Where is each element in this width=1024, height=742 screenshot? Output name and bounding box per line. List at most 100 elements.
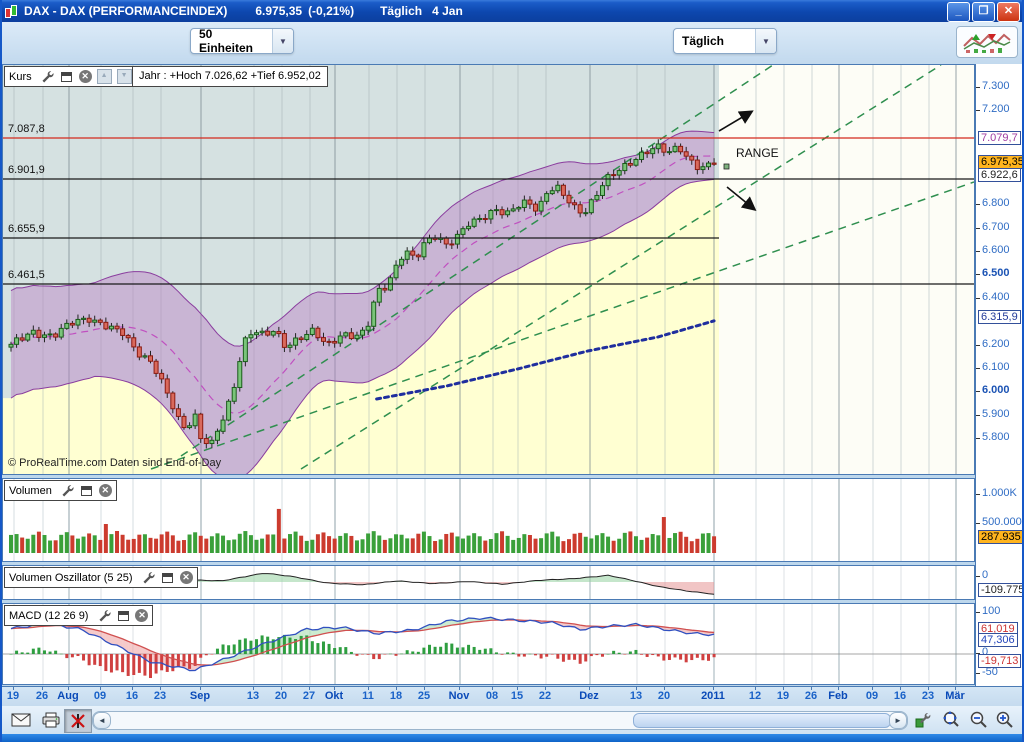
scroll-left-icon[interactable]: ◄	[93, 712, 111, 729]
time-axis-label[interactable]: Dez	[579, 690, 599, 702]
time-axis-label[interactable]: 20	[658, 690, 670, 702]
axis-label: 1.000K	[982, 487, 1017, 499]
time-axis-label[interactable]: 19	[777, 690, 789, 702]
wrench-icon[interactable]	[142, 571, 156, 585]
scroll-right-icon[interactable]: ►	[889, 712, 907, 729]
detach-window-icon[interactable]	[60, 70, 74, 84]
axis-label: 500.000	[982, 516, 1022, 528]
volume-oscillator-header[interactable]: Volumen Oszillator (5 25) ✕	[4, 567, 198, 588]
zoom-out-icon[interactable]	[966, 709, 992, 731]
price-panel[interactable]: RANGE	[2, 64, 975, 475]
time-axis-label[interactable]: 27	[303, 690, 315, 702]
time-axis-label[interactable]: 11	[362, 690, 374, 702]
horizontal-scrollbar[interactable]: ◄ ►	[92, 711, 908, 730]
time-axis-label[interactable]: Okt	[325, 690, 343, 702]
chevron-down-icon[interactable]: ▼	[755, 29, 776, 53]
axis-value-badge: 6.315,9	[978, 310, 1021, 324]
axis-label: 0	[982, 569, 988, 581]
time-axis-label[interactable]: Sep	[190, 690, 210, 702]
axis-value-badge: 47,306	[978, 633, 1018, 647]
time-axis-label[interactable]: 22	[539, 690, 551, 702]
time-axis-label[interactable]: 09	[866, 690, 878, 702]
axis-label: 6.500	[982, 267, 1010, 279]
close-icon[interactable]: ✕	[79, 70, 92, 83]
volume-panel-header[interactable]: Volumen ✕	[4, 480, 117, 501]
time-axis-label[interactable]: 2011	[701, 690, 725, 702]
pointer-mode-off-icon[interactable]	[64, 709, 92, 733]
chart-display-settings-button[interactable]	[956, 26, 1018, 58]
volume-panel[interactable]	[2, 478, 975, 562]
axis-value-badge: 6.922,6	[978, 168, 1021, 182]
time-axis-label[interactable]: Mär	[945, 690, 965, 702]
axis-label: 6.100	[982, 361, 1010, 373]
axis-value-badge: -19,713	[978, 654, 1021, 668]
price-chart-canvas[interactable]: RANGE	[3, 65, 974, 474]
time-axis-label[interactable]: 23	[154, 690, 166, 702]
time-axis-label[interactable]: 12	[749, 690, 761, 702]
units-dropdown-value: 50 Einheiten	[191, 27, 272, 55]
minimize-button[interactable]: _	[947, 2, 970, 22]
time-axis-label[interactable]: 16	[894, 690, 906, 702]
close-button[interactable]: ✕	[997, 2, 1020, 22]
time-axis[interactable]: 19 26 Aug 09 16 23 Sep 13 20 27 Okt 11 18 25 Nov 08 15 22…	[0, 686, 1024, 707]
app-candlestick-icon	[4, 4, 18, 18]
wrench-icon[interactable]	[97, 609, 111, 623]
maximize-button[interactable]: ❐	[972, 2, 995, 22]
move-up-icon[interactable]: ▲	[97, 69, 112, 84]
wrench-icon[interactable]	[41, 70, 55, 84]
wrench-icon[interactable]	[61, 484, 75, 498]
axis-label: 6.700	[982, 221, 1010, 233]
close-icon[interactable]: ✕	[135, 609, 148, 622]
volume-panel-title: Volumen	[9, 485, 52, 497]
axis-label: 6.600	[982, 244, 1010, 256]
close-icon[interactable]: ✕	[180, 571, 193, 584]
time-axis-label[interactable]: Feb	[828, 690, 848, 702]
mail-icon[interactable]	[8, 709, 34, 731]
time-axis-label[interactable]: Nov	[449, 690, 470, 702]
move-down-icon[interactable]: ▼	[117, 69, 132, 84]
time-axis-label[interactable]: 25	[418, 690, 430, 702]
chart-tools-icon[interactable]	[910, 709, 936, 731]
time-axis-label[interactable]: 18	[390, 690, 402, 702]
zoom-dynamic-icon[interactable]	[938, 709, 964, 731]
window-edge-left	[0, 0, 2, 742]
time-axis-label[interactable]: 13	[247, 690, 259, 702]
axis-label: 6.200	[982, 338, 1010, 350]
macd-panel-header[interactable]: MACD (12 26 9) ✕	[4, 605, 153, 626]
volume-chart-canvas[interactable]	[3, 479, 974, 561]
axis-label: 6.800	[982, 197, 1010, 209]
price-line-label: 6.655,9	[8, 223, 45, 235]
print-icon[interactable]	[38, 709, 64, 731]
time-axis-label[interactable]: 23	[922, 690, 934, 702]
time-axis-label[interactable]: 20	[275, 690, 287, 702]
scrollbar-thumb[interactable]	[633, 713, 891, 728]
time-axis-label[interactable]: 09	[94, 690, 106, 702]
detach-window-icon[interactable]	[161, 571, 175, 585]
time-axis-label[interactable]: 26	[805, 690, 817, 702]
copyright-text: © ProRealTime.com Daten sind End-of-Day	[8, 457, 221, 469]
time-axis-label[interactable]: 13	[630, 690, 642, 702]
axis-value-badge: 7.079,7	[978, 131, 1021, 145]
detach-window-icon[interactable]	[80, 484, 94, 498]
price-axis[interactable]: 7.3007.2006.8006.7006.6006.5006.4006.200…	[975, 64, 1024, 686]
detach-window-icon[interactable]	[116, 609, 130, 623]
time-axis-label[interactable]: 08	[486, 690, 498, 702]
chevron-down-icon[interactable]: ▼	[272, 29, 293, 53]
time-axis-label[interactable]: 16	[126, 690, 138, 702]
close-icon[interactable]: ✕	[99, 484, 112, 497]
axis-label: 7.300	[982, 80, 1010, 92]
price-panel-header[interactable]: Kurs ✕ ▲ ▼	[4, 66, 137, 87]
zoom-in-icon[interactable]	[992, 709, 1018, 731]
time-axis-label[interactable]: 15	[511, 690, 523, 702]
taskbar-strip	[0, 734, 1024, 742]
time-axis-label[interactable]: 19	[7, 690, 19, 702]
period-dropdown[interactable]: Täglich ▼	[673, 28, 777, 54]
time-axis-label[interactable]: Aug	[57, 690, 78, 702]
units-dropdown[interactable]: 50 Einheiten ▼	[190, 28, 294, 54]
axis-label: 5.900	[982, 408, 1010, 420]
macd-panel-title: MACD (12 26 9)	[9, 610, 88, 622]
title-bar[interactable]: DAX - DAX (PERFORMANCEINDEX) 6.975,35 (-…	[0, 0, 1024, 22]
price-line-label: 6.461,5	[8, 269, 45, 281]
svg-text:RANGE: RANGE	[736, 146, 779, 160]
time-axis-label[interactable]: 26	[36, 690, 48, 702]
